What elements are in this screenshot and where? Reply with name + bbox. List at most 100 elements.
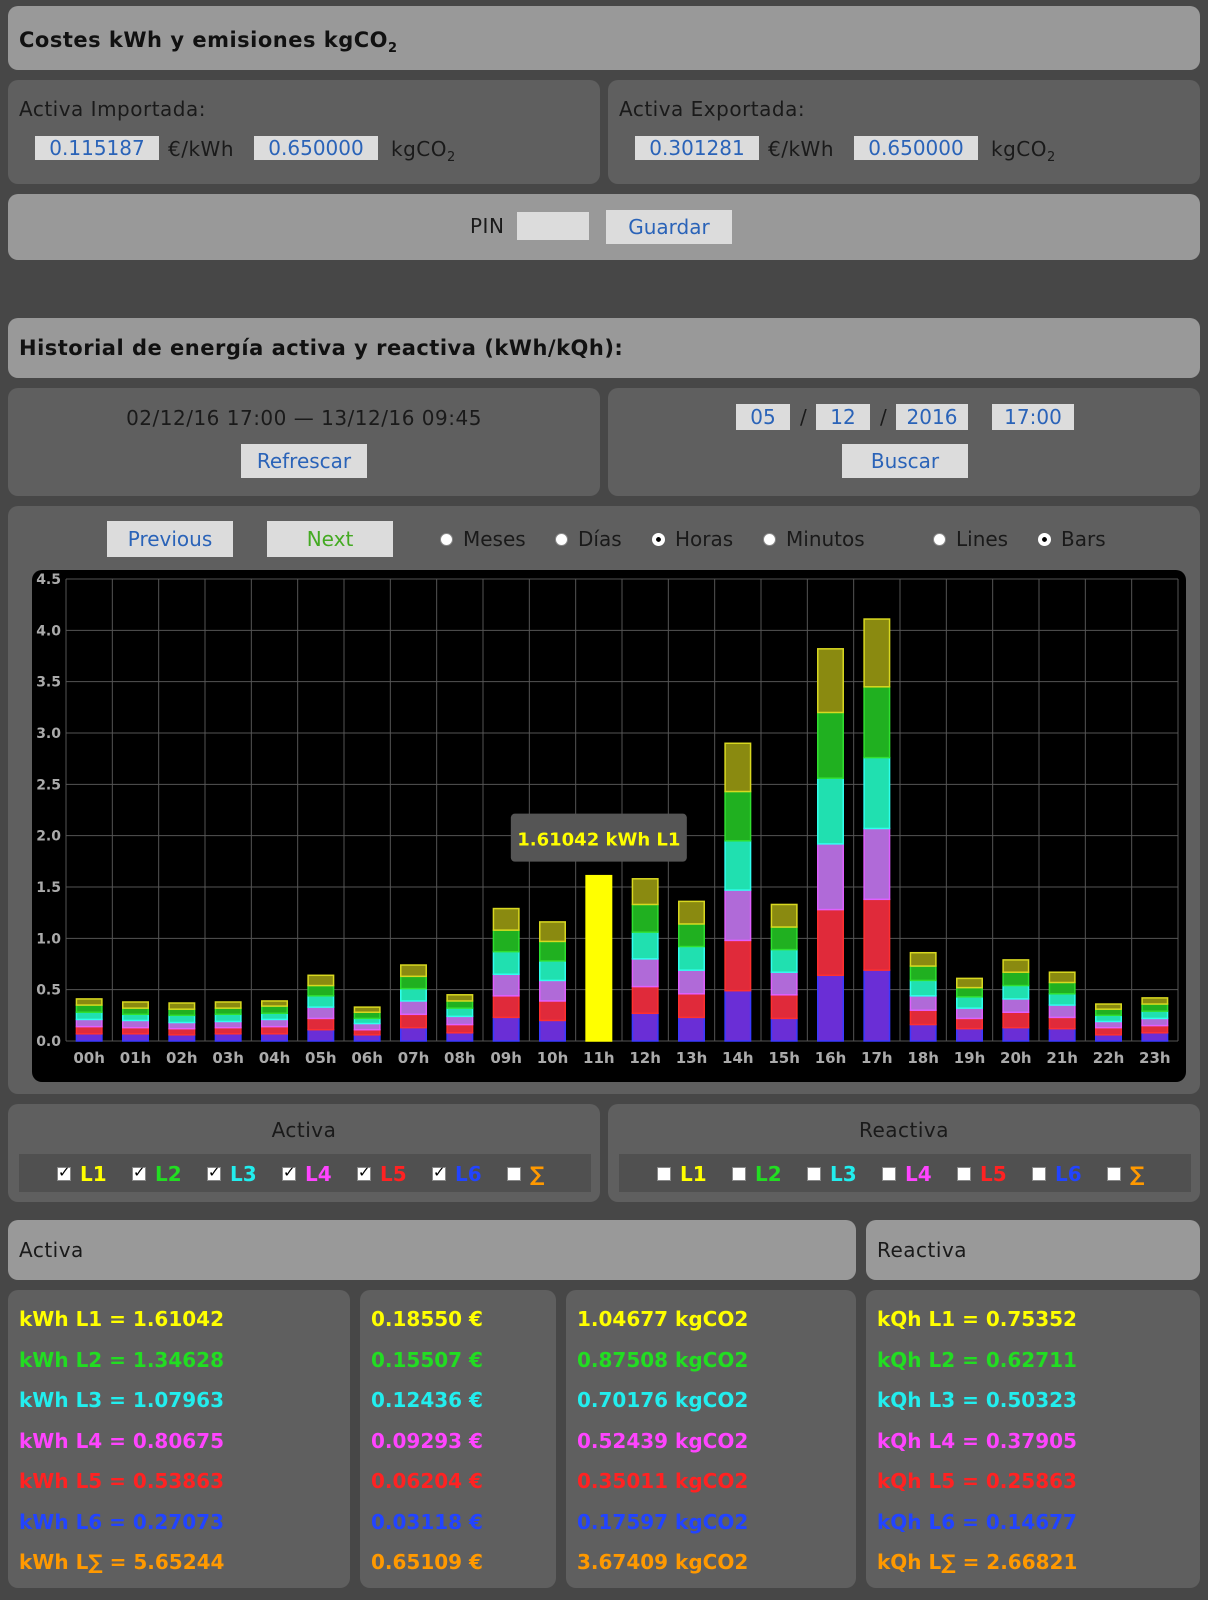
checkbox-icon[interactable] — [432, 1163, 446, 1181]
refresh-button[interactable]: Refrescar — [241, 444, 367, 478]
bar-l6 — [122, 1033, 149, 1042]
bar-l1 — [956, 977, 983, 989]
bar-l2 — [400, 975, 427, 990]
next-button[interactable]: Next — [267, 521, 393, 557]
radio-horas[interactable]: Horas — [652, 527, 733, 551]
bar-l4 — [214, 1020, 242, 1029]
bar-l6 — [261, 1033, 288, 1042]
activa-checkbox-5[interactable]: L5 — [357, 1162, 407, 1186]
day-input[interactable]: 05 — [736, 404, 790, 430]
bar-l5 — [724, 939, 752, 992]
cost-total-row: 0.65109 € — [371, 1550, 483, 1574]
checkbox-icon[interactable] — [57, 1163, 71, 1181]
checkbox-icon[interactable] — [132, 1163, 146, 1181]
month-input[interactable]: 12 — [816, 404, 870, 430]
bar-l4 — [168, 1021, 196, 1030]
reactiva-checkbox-3[interactable]: L3 — [807, 1162, 857, 1186]
activa-checkbox-1[interactable]: L1 — [57, 1162, 107, 1186]
bar-l5 — [446, 1023, 474, 1034]
imported-co2-input[interactable]: 0.650000 — [254, 136, 378, 160]
x-tick-label: 17h — [861, 1049, 893, 1067]
bar-l3 — [492, 950, 520, 976]
bar-l6 — [770, 1017, 798, 1042]
x-tick-label: 03h — [212, 1049, 244, 1067]
search-button[interactable]: Buscar — [842, 444, 968, 478]
pin-input[interactable] — [517, 212, 589, 240]
save-button[interactable]: Guardar — [606, 210, 732, 244]
exported-co2-input[interactable]: 0.650000 — [854, 136, 978, 160]
bar-l6 — [353, 1034, 381, 1042]
checkbox-icon[interactable] — [357, 1163, 371, 1181]
bar-l2 — [678, 923, 705, 948]
checkbox-icon[interactable] — [282, 1163, 296, 1181]
activa-checkbox-7[interactable]: ∑ — [507, 1162, 544, 1186]
checkbox-icon[interactable] — [507, 1167, 521, 1181]
activa-checkbox-2[interactable]: L2 — [132, 1162, 182, 1186]
bar-l4 — [492, 973, 520, 997]
x-tick-label: 15h — [768, 1049, 800, 1067]
checkbox-icon[interactable] — [882, 1167, 896, 1181]
activa-checkbox-row: L1 L2 L3 L4 L5 L6 ∑ — [19, 1154, 591, 1192]
bar-l2 — [539, 940, 566, 962]
checkbox-icon[interactable] — [1032, 1167, 1046, 1181]
previous-button[interactable]: Previous — [107, 521, 233, 557]
bar-l1 — [1002, 959, 1030, 973]
reactiva-checkbox-7[interactable]: ∑ — [1107, 1162, 1144, 1186]
bar-l3 — [307, 995, 335, 1008]
bar-l5 — [817, 908, 844, 977]
bar-l6 — [307, 1028, 335, 1042]
bar-l3 — [75, 1011, 103, 1021]
checkbox-icon[interactable] — [207, 1163, 221, 1181]
activa-checkbox-6[interactable]: L6 — [432, 1162, 482, 1186]
co2-total-row: 0.35011 kgCO2 — [577, 1469, 749, 1493]
radio-bars[interactable]: Bars — [1038, 527, 1106, 551]
kqh-total-row: kQh L5 = 0.25863 — [877, 1469, 1077, 1493]
x-tick-label: 00h — [73, 1049, 105, 1067]
radio-meses[interactable]: Meses — [440, 527, 526, 551]
bar-l6 — [1002, 1026, 1030, 1042]
radio-selected-icon — [1038, 532, 1051, 546]
checkbox-icon[interactable] — [807, 1167, 821, 1181]
activa-checkbox-4[interactable]: L4 — [282, 1162, 332, 1186]
radio-dias[interactable]: Días — [555, 527, 622, 551]
radio-minutos[interactable]: Minutos — [763, 527, 865, 551]
imported-price-input[interactable]: 0.115187 — [35, 136, 159, 160]
year-input[interactable]: 2016 — [896, 404, 968, 430]
x-tick-label: 21h — [1046, 1049, 1078, 1067]
reactiva-checkbox-4[interactable]: L4 — [882, 1162, 932, 1186]
bar-l1 — [400, 964, 427, 978]
reactiva-checkbox-2[interactable]: L2 — [732, 1162, 782, 1186]
checkbox-label: L6 — [1055, 1162, 1082, 1186]
energy-bar-chart[interactable]: 0.0 0.5 1.0 1.5 2.0 2.5 3.0 3.5 4.0 4.5 00h 01h 02h 0… — [32, 570, 1186, 1082]
bar-l4 — [863, 827, 891, 901]
reactiva-checkbox-6[interactable]: L6 — [1032, 1162, 1082, 1186]
bar-l2 — [353, 1011, 381, 1020]
radio-lines[interactable]: Lines — [933, 527, 1008, 551]
chart-area[interactable]: 0.0 0.5 1.0 1.5 2.0 2.5 3.0 3.5 4.0 4.5 00h 01h 02h 0… — [32, 570, 1186, 1082]
history-header: Historial de energía activa y reactiva (… — [8, 318, 1200, 378]
bar-l5 — [863, 898, 891, 971]
x-tick-label: 04h — [259, 1049, 291, 1067]
bar-l6 — [446, 1032, 474, 1042]
x-tick-label: 08h — [444, 1049, 476, 1067]
kqh-total-row: kQh L3 = 0.50323 — [877, 1388, 1077, 1412]
checkbox-icon[interactable] — [732, 1167, 746, 1181]
reactiva-checkbox-5[interactable]: L5 — [957, 1162, 1007, 1186]
checkbox-icon[interactable] — [657, 1167, 671, 1181]
exported-price-input[interactable]: 0.301281 — [635, 136, 759, 160]
time-input[interactable]: 17:00 — [992, 404, 1074, 430]
y-tick-label: 2.0 — [36, 829, 61, 845]
bar-l2 — [214, 1007, 242, 1016]
checkbox-icon[interactable] — [957, 1167, 971, 1181]
bar-l1 — [539, 921, 566, 943]
bar-l1 — [1048, 971, 1076, 984]
co2-total-row: 0.52439 kgCO2 — [577, 1428, 749, 1453]
bar-l1 — [678, 900, 705, 925]
activa-checkbox-3[interactable]: L3 — [207, 1162, 257, 1186]
reactiva-checkbox-1[interactable]: L1 — [657, 1162, 707, 1186]
cost-total-row: 0.03118 € — [371, 1509, 483, 1534]
checkbox-icon[interactable] — [1107, 1167, 1121, 1181]
bar-l2 — [122, 1007, 149, 1016]
x-tick-label: 10h — [537, 1049, 569, 1067]
bar-l1 — [863, 618, 891, 688]
